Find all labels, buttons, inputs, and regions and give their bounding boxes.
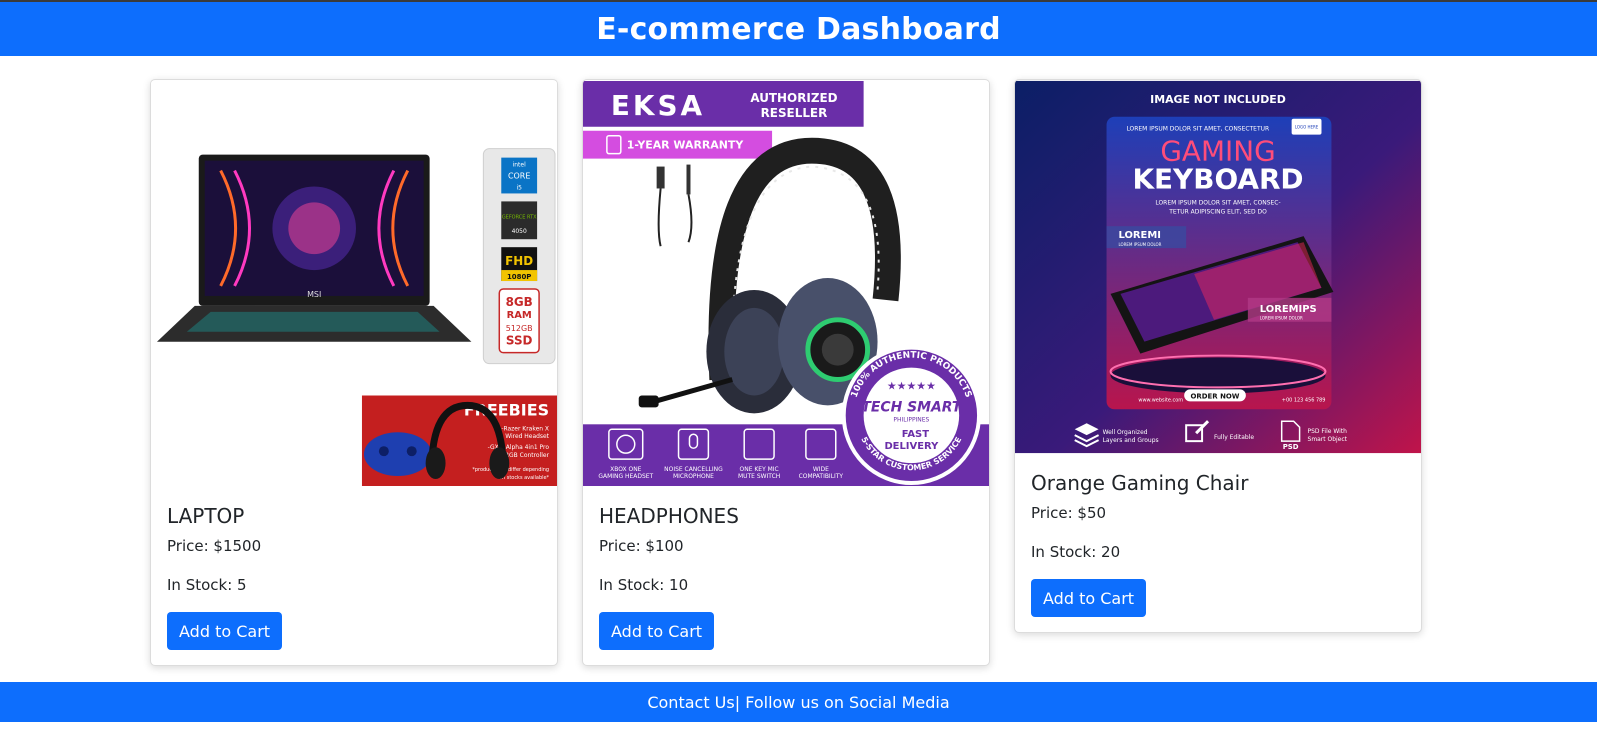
laptop-brand-label: MSI [307, 290, 321, 299]
seal-line1: FAST [902, 429, 929, 440]
add-to-cart-button[interactable]: Add to Cart [1031, 579, 1147, 617]
controller-shape [363, 432, 432, 477]
product-card-headphones: EKSA AUTHORIZED RESELLER 1-YEAR WARRANTY… [582, 79, 990, 666]
badge-ram-label: RAM [507, 310, 532, 321]
product-price: Price: $50 [1031, 504, 1107, 522]
freebies-line2: Wired Headset [505, 433, 549, 440]
poster-title2: KEYBOARD [1132, 162, 1303, 195]
poster-foot1-line1: Well Organized [1103, 429, 1148, 436]
gaming-keyboard-product-image: IMAGE NOT INCLUDED LOREM IPSUM DOLOR SIT… [1015, 80, 1421, 454]
badge-cpu-brand: intel [513, 162, 526, 169]
poster-logo: LOGO HERE [1295, 125, 1319, 130]
freebies-line1: -Razer Kraken X [501, 425, 549, 432]
product-price: Price: $100 [599, 537, 684, 555]
poster-foot1-line2: Layers and Groups [1103, 437, 1159, 444]
product-stock: In Stock: 20 [1031, 543, 1121, 561]
badge-ssd-label: SSD [506, 334, 533, 348]
product-price: Price: $1500 [167, 537, 262, 555]
feature2-line1: NOISE CANCELLING [664, 466, 723, 473]
poster-foot2: Fully Editable [1214, 434, 1254, 441]
badge-ram: 8GB [506, 295, 533, 309]
badge-fhd: FHD [505, 254, 533, 268]
laptop-product-image: MSI intel CORE i5 GEFORCE RTX 4050 FHD 1… [151, 80, 557, 487]
seal-stars: ★★★★★ [887, 379, 936, 392]
feature3-line1: ONE KEY MIC [740, 466, 779, 473]
product-card-gaming-chair: IMAGE NOT INCLUDED LOREM IPSUM DOLOR SIT… [1014, 79, 1422, 633]
freebies-note1: *product may differ depending [472, 467, 549, 473]
freebies-note2: on stocks available* [499, 475, 550, 481]
feature4-line2: COMPATIBILITY [799, 473, 844, 480]
seal-country: PHILIPPINES [893, 416, 929, 423]
add-to-cart-button[interactable]: Add to Cart [599, 612, 715, 650]
poster-subtitle1: LOREM IPSUM DOLOR SIT AMET, CONSEC- [1155, 199, 1280, 206]
feature2-line2: MICROPHONE [673, 473, 714, 480]
product-stock: In Stock: 5 [167, 576, 247, 594]
feature1-line2: GAMING HEADSET [598, 473, 653, 480]
poster-tag1: LOREMI [1118, 230, 1160, 241]
product-name: HEADPHONES [599, 504, 739, 528]
feature4-line1: WIDE [813, 466, 829, 473]
warranty-label: 1-YEAR WARRANTY [627, 139, 745, 152]
page-title: E-commerce Dashboard [596, 11, 1001, 47]
product-card-laptop: MSI intel CORE i5 GEFORCE RTX 4050 FHD 1… [150, 79, 558, 666]
footer-text[interactable]: Contact Us| Follow us on Social Media [647, 693, 949, 712]
poster-order: ORDER NOW [1191, 392, 1240, 400]
product-stock: In Stock: 10 [599, 576, 689, 594]
reseller-line1: AUTHORIZED [750, 91, 837, 105]
seal-line2: DELIVERY [884, 441, 939, 452]
badge-ssd: 512GB [506, 324, 533, 333]
poster-foot3-line1: PSD File With [1308, 428, 1348, 435]
eksa-logo: EKSA [611, 89, 705, 122]
badge-fhd-res: 1080P [507, 273, 531, 281]
poster-subtitle2: TETUR ADIPISCING ELIT, SED DO [1168, 208, 1267, 215]
poster-website: www.website.com [1138, 397, 1183, 403]
product-name: Orange Gaming Chair [1031, 471, 1249, 495]
footer-bar: Contact Us| Follow us on Social Media [0, 682, 1597, 722]
poster-tag1-sub: LOREM IPSUM DOLOR [1118, 242, 1161, 247]
feature3-line2: MUTE SWITCH [738, 473, 780, 480]
poster-phone: +00 123 456 789 [1282, 397, 1326, 403]
reseller-line2: RESELLER [761, 106, 828, 120]
feature1-line1: XBOX ONE [610, 466, 642, 473]
badge-cpu: CORE [508, 172, 530, 181]
badge-gpu-model: 4050 [512, 228, 527, 235]
seal-brand: TECH SMART [861, 399, 962, 415]
poster-foot3-line2: Smart Object [1308, 436, 1348, 443]
add-to-cart-button[interactable]: Add to Cart [167, 612, 283, 650]
poster-tag2: LOREMIPS [1260, 304, 1317, 315]
authenticity-seal: 100% AUTHENTIC PRODUCTS 5-STAR CUSTOMER … [841, 345, 982, 486]
top-navbar: E-commerce Dashboard [0, 2, 1597, 56]
badge-cpu-gen: i5 [516, 184, 522, 191]
poster-foot3-badge: PSD [1283, 443, 1299, 451]
freebies-line4: RGB Controller [505, 452, 550, 459]
product-name: LAPTOP [167, 504, 245, 528]
poster-tag2-sub: LOREM IPSUM DOLOR [1260, 316, 1303, 321]
headphones-product-image: EKSA AUTHORIZED RESELLER 1-YEAR WARRANTY… [583, 80, 989, 487]
poster-lorem-top: LOREM IPSUM DOLOR SIT AMET, CONSECTETUR [1126, 126, 1269, 133]
poster-top-text: IMAGE NOT INCLUDED [1150, 93, 1286, 106]
badge-gpu: GEFORCE RTX [502, 214, 537, 220]
